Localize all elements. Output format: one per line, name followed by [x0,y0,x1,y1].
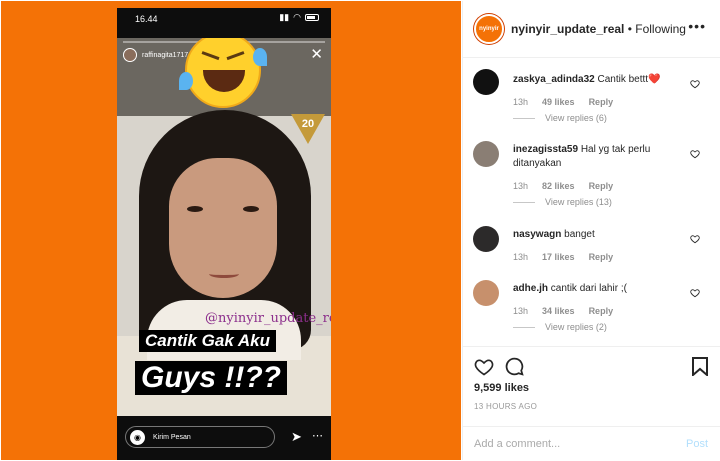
comment-body: banget [564,229,595,240]
post-side-panel: nyinyir nyinyir_update_real • Following … [462,1,720,460]
send-icon: ➤ [291,429,302,444]
story-close-icon: ✕ [310,46,323,63]
comment-body: cantik dari lahir ;( [550,283,627,294]
status-icons: ▮▮ ◠ [279,12,319,23]
likes-count[interactable]: 9,599 likes [474,382,529,394]
view-replies-line [513,326,535,328]
reply-button[interactable]: Reply [589,97,614,107]
comment-input[interactable] [474,435,654,453]
story-caption-line2: Guys !!?? [135,361,287,395]
camera-icon: ◉ [130,429,145,445]
story-avatar [123,48,137,62]
comment-body: Cantik bettt❤️ [597,74,661,85]
photo-eye-right [243,206,259,212]
view-replies-line [513,201,535,203]
comment-meta: 13h 82 likes Reply [513,181,613,191]
story-reply-placeholder: Kirim Pesan [153,433,191,441]
comment-time: 13h [513,252,529,262]
comment-username[interactable]: adhe.jh [513,283,548,294]
account-avatar[interactable]: nyinyir [474,14,504,44]
add-comment-bar: Post [463,426,720,461]
comment-username[interactable]: inezagissta59 [513,144,578,155]
status-time: 16.44 [135,14,158,24]
comment-like-heart-icon[interactable] [690,79,700,89]
reply-button[interactable]: Reply [589,181,614,191]
comment-text: adhe.jh cantik dari lahir ;( [513,282,683,296]
comment-bubble-icon[interactable] [504,356,525,377]
story-screenshot: 16.44 ▮▮ ◠ raffinagita1717_ ✕ 20 @nyinyi… [117,8,331,460]
comment-avatar[interactable] [473,280,499,306]
header-separator: • [624,22,636,36]
comment-meta: 13h 49 likes Reply [513,97,613,107]
comment-likes[interactable]: 17 likes [542,252,575,262]
comment-likes[interactable]: 34 likes [542,306,575,316]
wifi-icon: ◠ [293,12,301,22]
account-line: nyinyir_update_real • Following [511,22,686,36]
story-reply-field: ◉ Kirim Pesan [125,426,275,448]
comment-text: inezagissta59 Hal yg tak perlu ditanyaka… [513,143,683,171]
view-replies-line [513,117,535,119]
comment-time: 13h [513,306,529,316]
photo-mouth [209,270,239,278]
story-more-icon: ⋯ [312,430,323,442]
watermark-text: @nyinyir_update_real [205,311,331,326]
comment-likes[interactable]: 82 likes [542,181,575,191]
comment-like-heart-icon[interactable] [690,149,700,159]
story-frame: raffinagita1717_ ✕ 20 @nyinyir_update_re… [117,38,331,416]
status-bar: 16.44 ▮▮ ◠ [117,8,331,30]
comment-meta: 13h 17 likes Reply [513,252,613,262]
comment-avatar[interactable] [473,69,499,95]
account-name[interactable]: nyinyir_update_real [511,22,624,36]
battery-icon [305,14,319,21]
comment-time: 13h [513,181,529,191]
post-timestamp: 13 HOURS AGO [474,402,538,411]
following-button[interactable]: Following [635,22,686,36]
comment-username[interactable]: zaskya_adinda32 [513,74,595,85]
comment-time: 13h [513,97,529,107]
view-replies-label[interactable]: View replies (6) [545,113,607,123]
view-replies[interactable]: View replies (2) [513,322,607,332]
like-heart-icon[interactable] [474,357,494,377]
comment-text: zaskya_adinda32 Cantik bettt❤️ [513,73,683,87]
signal-icon: ▮▮ [279,12,290,22]
post-button[interactable]: Post [686,438,708,450]
comment-username[interactable]: nasywagn [513,229,561,240]
post-header: nyinyir nyinyir_update_real • Following … [463,1,720,58]
comment-meta: 13h 34 likes Reply [513,306,613,316]
post-media: 16.44 ▮▮ ◠ raffinagita1717_ ✕ 20 @nyinyi… [1,1,461,460]
reply-button[interactable]: Reply [589,252,614,262]
view-replies[interactable]: View replies (13) [513,197,612,207]
comment-like-heart-icon[interactable] [690,234,700,244]
comment-likes[interactable]: 49 likes [542,97,575,107]
comment-text: nasywagn banget [513,228,683,242]
reply-button[interactable]: Reply [589,306,614,316]
post-actions: 9,599 likes 13 HOURS AGO Post [463,346,720,460]
story-user: raffinagita1717_ [123,48,192,62]
story-caption-line1: Cantik Gak Aku [139,330,277,352]
view-replies-label[interactable]: View replies (13) [545,197,612,207]
story-username: raffinagita1717_ [142,51,193,59]
comment-avatar[interactable] [473,226,499,252]
photo-eye-left [187,206,203,212]
comment-like-heart-icon[interactable] [690,288,700,298]
more-options-icon[interactable]: ••• [688,18,706,34]
comment-avatar[interactable] [473,141,499,167]
view-replies[interactable]: View replies (6) [513,113,607,123]
view-replies-label[interactable]: View replies (2) [545,322,607,332]
bookmark-icon[interactable] [692,357,708,376]
